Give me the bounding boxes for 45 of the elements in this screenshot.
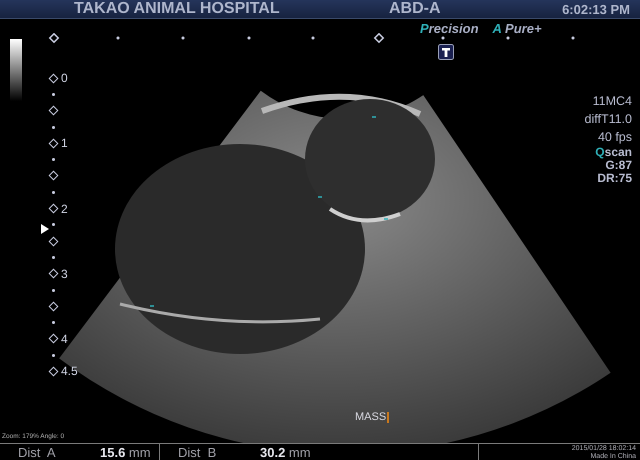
- depth-tick-icon: [52, 126, 55, 129]
- mode-label: A Pure+: [492, 21, 542, 36]
- clock-time: 6:02:13 PM: [562, 2, 630, 16]
- hospital-title: TAKAO ANIMAL HOSPITAL: [74, 0, 281, 18]
- scan-info-label: 40 fps: [598, 129, 632, 146]
- depth-tick-icon: [52, 92, 55, 96]
- mode-label: Precision: [420, 21, 479, 36]
- scan-info-label: G:87: [605, 159, 632, 172]
- depth-marker-icon: [48, 236, 58, 246]
- scan-info-label: diffT11.0: [584, 111, 632, 128]
- annotation-text: MASS: [355, 411, 386, 423]
- depth-tick-icon: [52, 190, 55, 194]
- measurement-label: Dist A: [18, 445, 57, 460]
- scan-info-label: 11MC4: [592, 93, 632, 110]
- depth-marker-icon: [48, 106, 58, 116]
- measurement-value: 15.6 mm: [100, 445, 151, 460]
- depth-tick-icon: [52, 158, 55, 162]
- preset-label: ABD-A: [389, 0, 441, 18]
- depth-marker-icon: [48, 301, 58, 312]
- depth-marker-icon: [48, 138, 58, 148]
- scan-info-label: Qscan: [595, 146, 632, 159]
- depth-tick-icon: [52, 288, 55, 292]
- scan-info-label: DR:75: [597, 172, 632, 185]
- depth-marker-icon: [48, 366, 58, 376]
- depth-tick-icon: [52, 256, 55, 259]
- text-cursor-icon: [387, 412, 390, 422]
- depth-marker-icon: [48, 204, 58, 214]
- depth-label: 4.5: [61, 364, 78, 378]
- depth-label: 0: [61, 71, 68, 86]
- measurement-label: Dist B: [178, 445, 218, 460]
- focus-marker-icon: [41, 224, 49, 234]
- grayscale-bar: [10, 39, 22, 101]
- depth-label: 2: [61, 202, 68, 216]
- depth-marker-icon: [48, 73, 58, 84]
- depth-marker-icon: [48, 334, 58, 344]
- depth-marker-icon: [48, 170, 58, 181]
- depth-label: 3: [61, 266, 68, 281]
- text-tool-icon[interactable]: [438, 44, 454, 60]
- depth-label: 4: [61, 332, 68, 346]
- depth-label: 1: [61, 136, 68, 150]
- depth-marker-icon: [48, 268, 58, 279]
- depth-tick-icon: [52, 321, 55, 324]
- measurement-value: 30.2 mm: [260, 445, 311, 460]
- depth-tick-icon: [52, 354, 55, 357]
- depth-tick-icon: [52, 223, 55, 226]
